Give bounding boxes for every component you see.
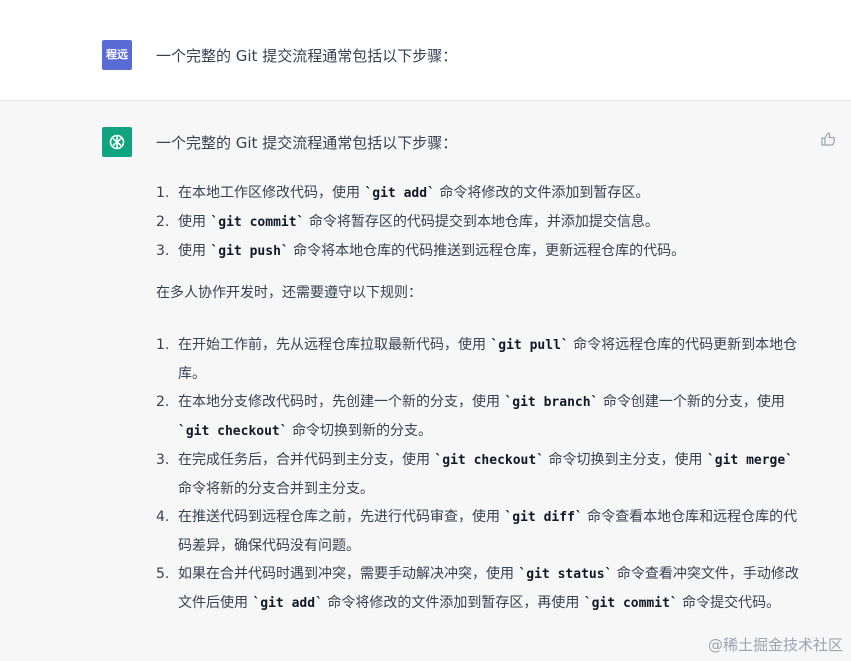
- inline-code: `git checkout`: [178, 424, 288, 439]
- assistant-intro: 一个完整的 Git 提交流程通常包括以下步骤：: [156, 134, 458, 152]
- rule-text: 命令将新的分支合并到主分支。: [178, 481, 374, 497]
- list-item: 5. 如果在合并代码时遇到冲突，需要手动解决冲突，使用 `git status` …: [156, 560, 806, 618]
- rule-text: 命令提交代码。: [677, 595, 781, 611]
- steps-list: 1. 在本地工作区修改代码，使用 `git add` 命令将修改的文件添加到暂存区…: [156, 179, 806, 266]
- step-text: 使用: [178, 214, 211, 230]
- list-number: 5.: [156, 566, 170, 582]
- inline-code: `git add`: [252, 596, 323, 611]
- rules-list: 1. 在开始工作前，先从远程仓库拉取最新代码，使用 `git pull` 命令将远…: [156, 331, 806, 618]
- rule-text: 在推送代码到远程仓库之前，先进行代码审查，使用: [178, 509, 505, 525]
- list-number: 1.: [156, 337, 170, 353]
- list-number: 2.: [156, 214, 170, 230]
- user-message-text: 一个完整的 Git 提交流程通常包括以下步骤：: [156, 47, 458, 65]
- list-item: 2. 在本地分支修改代码时，先创建一个新的分支，使用 `git branch` 命…: [156, 388, 806, 446]
- inline-code: `git status`: [518, 567, 613, 582]
- list-number: 1.: [156, 185, 170, 201]
- step-text: 命令将暂存区的代码提交到本地仓库，并添加提交信息。: [304, 214, 659, 230]
- rule-text: 命令切换到新的分支。: [287, 423, 433, 439]
- list-item: 2. 使用 `git commit` 命令将暂存区的代码提交到本地仓库，并添加提交…: [156, 208, 806, 237]
- openai-logo-icon: [102, 127, 132, 157]
- rule-text: 在本地分支修改代码时，先创建一个新的分支，使用: [178, 394, 505, 410]
- list-item: 1. 在开始工作前，先从远程仓库拉取最新代码，使用 `git pull` 命令将远…: [156, 331, 806, 388]
- list-item: 3. 使用 `git push` 命令将本地仓库的代码推送到远程仓库，更新远程仓库…: [156, 237, 806, 266]
- list-number: 3.: [156, 243, 170, 259]
- assistant-message-row: 一个完整的 Git 提交流程通常包括以下步骤： 1. 在本地工作区修改代码，使用 …: [0, 101, 851, 661]
- user-avatar: 程远: [102, 40, 132, 70]
- rule-text: 命令创建一个新的分支，使用: [598, 394, 785, 410]
- inline-code: `git checkout`: [434, 453, 545, 468]
- list-number: 2.: [156, 394, 170, 410]
- rules-intro: 在多人协作开发时，还需要遵守以下规则：: [156, 285, 422, 301]
- inline-code: `git merge`: [706, 453, 794, 468]
- list-item: 1. 在本地工作区修改代码，使用 `git add` 命令将修改的文件添加到暂存区…: [156, 179, 806, 208]
- inline-code: `git branch`: [504, 395, 599, 410]
- list-number: 4.: [156, 509, 170, 525]
- inline-code: `git diff`: [504, 510, 583, 525]
- step-text: 使用: [178, 243, 211, 259]
- step-text: 命令将本地仓库的代码推送到远程仓库，更新远程仓库的代码。: [288, 243, 686, 259]
- rule-text: 如果在合并代码时遇到冲突，需要手动解决冲突，使用: [178, 566, 519, 582]
- rule-text: 在开始工作前，先从远程仓库拉取最新代码，使用: [178, 337, 491, 353]
- list-number: 3.: [156, 452, 170, 468]
- watermark: @稀土掘金技术社区: [707, 636, 843, 654]
- rule-text: 命令切换到主分支，使用: [544, 452, 707, 468]
- inline-code: `git push`: [210, 244, 289, 259]
- thumbs-up-icon[interactable]: [820, 131, 836, 147]
- step-text: 在本地工作区修改代码，使用: [178, 185, 365, 201]
- inline-code: `git commit`: [210, 215, 305, 230]
- inline-code: `git commit`: [583, 596, 678, 611]
- step-text: 命令将修改的文件添加到暂存区。: [434, 185, 650, 201]
- inline-code: `git add`: [364, 186, 435, 201]
- rule-text: 命令将修改的文件添加到暂存区，再使用: [322, 595, 584, 611]
- rule-text: 在完成任务后，合并代码到主分支，使用: [178, 452, 435, 468]
- inline-code: `git pull`: [490, 338, 569, 353]
- list-item: 3. 在完成任务后，合并代码到主分支，使用 `git checkout` 命令切换…: [156, 446, 806, 503]
- user-message-row: 程远 一个完整的 Git 提交流程通常包括以下步骤：: [0, 0, 851, 101]
- list-item: 4. 在推送代码到远程仓库之前，先进行代码审查，使用 `git diff` 命令查…: [156, 503, 806, 560]
